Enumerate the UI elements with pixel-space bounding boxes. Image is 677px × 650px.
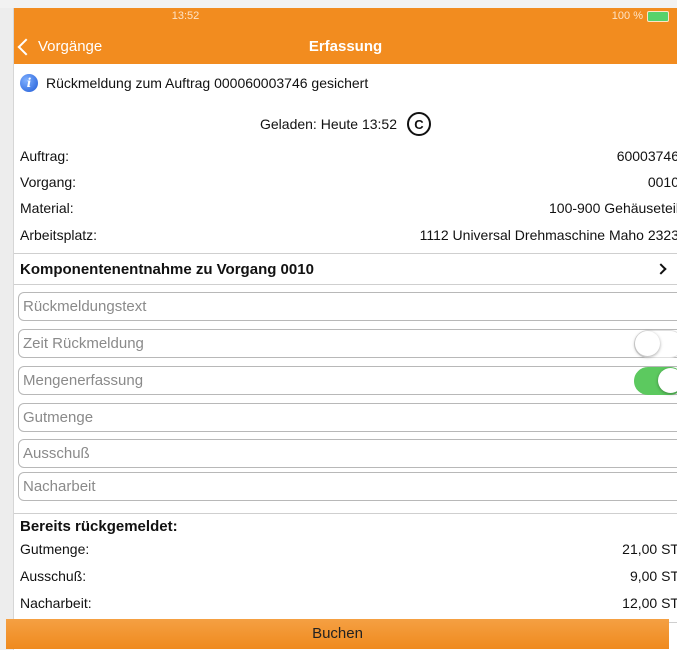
chevron-right-icon <box>655 263 667 275</box>
battery-label: 100 % <box>611 10 643 22</box>
summary-label: Ausschuß: <box>20 568 87 584</box>
summary-heading: Bereits rückgemeldet: <box>14 513 677 539</box>
detail-label: Vorgang: <box>20 174 77 190</box>
background-panel <box>0 0 14 650</box>
quantity-entry-toggle[interactable] <box>634 366 677 395</box>
detail-value: 100-900 Gehäuseteil <box>549 200 677 216</box>
summary-row: Ausschuß: 9,00 ST <box>20 565 677 587</box>
navigation-bar: 13:52 100 % Vorgänge Erfassung <box>14 8 677 64</box>
info-icon: i <box>20 74 38 92</box>
status-battery: 100 % <box>612 10 669 22</box>
notice-text: Rückmeldung zum Auftrag 000060003746 ges… <box>46 75 369 91</box>
toggle-knob <box>658 367 677 393</box>
summary-value: 21,00 ST <box>622 541 677 557</box>
detail-value: 0010 <box>647 174 677 190</box>
rework-field[interactable]: Nacharbeit <box>18 472 677 501</box>
summary-label: Gutmenge: <box>20 541 90 557</box>
time-feedback-label: Zeit Rückmeldung <box>23 335 144 352</box>
loaded-text: Geladen: Heute 13:52 <box>260 116 397 132</box>
time-feedback-row: Zeit Rückmeldung <box>18 329 677 358</box>
components-link[interactable]: Komponentenentnahme zu Vorgang 0010 <box>14 253 677 285</box>
summary-row: Nacharbeit: 12,00 ST <box>20 592 677 614</box>
loaded-info: Geladen: Heute 13:52 C <box>14 112 677 136</box>
summary-row: Gutmenge: 21,00 ST <box>20 538 677 560</box>
detail-row-workcenter: Arbeitsplatz: 1112 Universal Drehmaschin… <box>20 224 677 246</box>
status-time: 13:52 <box>171 10 200 22</box>
scrap-placeholder: Ausschuß <box>23 445 90 462</box>
detail-row-material: Material: 100-900 Gehäuseteil <box>20 197 677 219</box>
battery-icon <box>647 10 669 22</box>
detail-label: Material: <box>20 200 74 216</box>
scrap-field[interactable]: Ausschuß <box>18 439 677 468</box>
detail-row-order: Auftrag: 60003746 <box>20 145 677 167</box>
detail-label: Auftrag: <box>20 148 70 164</box>
quantity-entry-row: Mengenerfassung <box>18 366 677 395</box>
summary-label: Nacharbeit: <box>20 595 92 611</box>
detail-value: 60003746 <box>616 148 677 164</box>
summary-value: 12,00 ST <box>622 595 677 611</box>
feedback-text-placeholder: Rückmeldungstext <box>23 298 147 315</box>
quantity-entry-label: Mengenerfassung <box>23 372 144 389</box>
book-button[interactable]: Buchen <box>6 619 669 649</box>
app-window: 13:52 100 % Vorgänge Erfassung i Rückmel… <box>14 8 677 650</box>
components-link-label: Komponentenentnahme zu Vorgang 0010 <box>20 260 314 278</box>
background-top <box>0 0 677 8</box>
save-notice: i Rückmeldung zum Auftrag 000060003746 g… <box>20 74 368 92</box>
good-quantity-placeholder: Gutmenge <box>23 409 94 426</box>
detail-value: 1112 Universal Drehmaschine Maho 2323 <box>419 227 677 243</box>
refresh-icon[interactable]: C <box>407 112 431 136</box>
time-feedback-toggle[interactable] <box>634 329 677 358</box>
good-quantity-field[interactable]: Gutmenge <box>18 403 677 432</box>
page-title: Erfassung <box>308 38 383 55</box>
rework-placeholder: Nacharbeit <box>23 478 96 495</box>
detail-label: Arbeitsplatz: <box>20 227 98 243</box>
summary-value: 9,00 ST <box>629 568 677 584</box>
feedback-text-field[interactable]: Rückmeldungstext <box>18 292 677 321</box>
toggle-knob <box>635 330 660 356</box>
detail-row-operation: Vorgang: 0010 <box>20 171 677 193</box>
